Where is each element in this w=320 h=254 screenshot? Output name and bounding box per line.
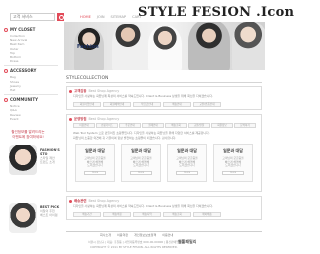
faq-card[interactable]: 일문과 대답 고객님의 궁금증을 빠르게 해결해 드리겠습니다 more	[167, 144, 207, 182]
info-button[interactable]: 회원정보	[211, 123, 233, 128]
faq-card[interactable]: 일문과 대답 고객님의 궁금증을 빠르게 해결해 드리겠습니다 more	[121, 144, 161, 182]
sidebar: MY CLOSET Collection New Arrival Best It…	[2, 27, 60, 121]
box-text: 디자인을 사랑하는 회원님께 최상의 서비스를 약속드립니다. Client &…	[73, 94, 213, 98]
info-button[interactable]: 적립금안내	[133, 102, 161, 107]
divider	[66, 82, 262, 83]
more-button[interactable]: more	[176, 170, 198, 175]
info-button[interactable]: 회원가입안내	[73, 102, 101, 107]
info-box-service: 고객감동 Best Shop Agency 디자인을 사랑하는 회원님께 최상의 …	[66, 86, 262, 110]
sidebar-category-accessory[interactable]: ACCESSORY	[2, 68, 60, 74]
info-box-delivery: 배송관련 Best Shop Agency 디자인을 사랑하는 회원님께 최상의 …	[66, 196, 262, 220]
footer-link[interactable]: 회사소개	[100, 233, 111, 237]
info-button[interactable]: 해외배송	[193, 212, 221, 217]
button-row: 이용안내 쇼핑가이드 주문안내 결제안내 배송조회 교환/환불 회원정보 문의하…	[73, 123, 256, 128]
sidebar-item[interactable]: Dress	[2, 59, 60, 63]
sidebar-category-community[interactable]: COMMUNITY	[2, 97, 60, 103]
info-button[interactable]: 주문안내	[119, 123, 141, 128]
site-logo[interactable]: STYLE FESION .Icon	[138, 5, 294, 20]
more-button[interactable]: more	[84, 170, 106, 175]
sidebar-item[interactable]: Hat	[2, 88, 60, 92]
footer-link[interactable]: 이용약관	[117, 233, 128, 237]
profile-info: FASHION'S STO 스타일 제안 트렌드 소개	[40, 148, 62, 164]
nav-sitemap[interactable]: SITEMAP	[111, 15, 127, 19]
promo-line: 이벤트에 참여하세요!	[12, 135, 44, 139]
sidebar-item[interactable]: Event	[2, 117, 60, 121]
profile-photo[interactable]	[9, 145, 37, 175]
hero-banner[interactable]: Fashion	[64, 22, 265, 70]
search-input[interactable]: 고객 서비스	[10, 13, 55, 21]
footer-logo: 웹툴패밀리	[178, 239, 197, 244]
box-text: 디자인을 사랑하는 회원님께 최상의 서비스를 약속드립니다. Client &…	[73, 204, 213, 208]
divider	[4, 94, 58, 96]
profile-note: 트렌드 소개	[40, 160, 55, 164]
profile-photo[interactable]	[9, 203, 37, 233]
top-nav: HOME JOIN SITEMAP CART	[80, 15, 142, 19]
model-photo	[232, 22, 265, 70]
profile-note: 베스트 아이템	[40, 213, 58, 217]
button-row: 회원가입안내 회원혜택안내 적립금안내 배송안내 교환/반품안내	[73, 102, 221, 107]
sidebar-category-closet[interactable]: MY CLOSET	[2, 27, 60, 33]
divider	[4, 65, 58, 67]
info-button[interactable]: 교환/환불	[188, 123, 210, 128]
model-photo	[148, 26, 182, 70]
profile-info: BEST PICK 이달의 추천 베스트 아이템	[40, 205, 62, 217]
box-heading: 운영방침 Best Shop Agency	[69, 116, 119, 121]
banner-text: Fashion	[77, 44, 99, 50]
pin-icon	[69, 117, 72, 121]
profile-tag: FASHION'S STO	[40, 148, 60, 156]
info-button[interactable]: 배송지역	[133, 212, 161, 217]
box-text: 회원님의 소중한 의견에 귀 기울이며 항상 발전하는 쇼핑몰이 되겠습니다. …	[73, 136, 177, 140]
footer-nav: 회사소개 이용약관 개인정보보호정책 이용안내	[100, 233, 173, 237]
box-text: Web Tool System 으로 만들어진 쇼핑몰입니다. 디자인을 사랑하…	[73, 131, 210, 135]
info-button[interactable]: 배송기간	[73, 212, 101, 217]
footer-copyright: COPYRIGHT © 2011 BY STYLE FESION. ALL RI…	[90, 245, 178, 249]
footer-link[interactable]: 개인정보보호정책	[134, 233, 156, 237]
faq-card[interactable]: 일문과 대답 고객님의 궁금증을 빠르게 해결해 드리겠습니다 more	[213, 144, 253, 182]
info-button[interactable]: 배송조회	[163, 212, 191, 217]
info-box-policy: 운영방침 Best Shop Agency 이용안내 쇼핑가이드 주문안내 결제안…	[66, 114, 262, 192]
box-heading: 고객감동 Best Shop Agency	[69, 88, 119, 93]
info-button[interactable]: 쇼핑가이드	[96, 123, 118, 128]
info-button[interactable]: 배송안내	[163, 102, 191, 107]
box-heading: 배송관련 Best Shop Agency	[69, 198, 119, 203]
section-title: STYLECOLLECTION	[66, 76, 109, 81]
footer-link[interactable]: 이용안내	[162, 233, 173, 237]
faq-cards: 일문과 대답 고객님의 궁금증을 빠르게 해결해 드리겠습니다 more 일문과…	[75, 144, 253, 182]
divider	[66, 231, 262, 232]
model-photo	[188, 22, 230, 70]
pin-icon	[69, 89, 72, 93]
faq-card[interactable]: 일문과 대답 고객님의 궁금증을 빠르게 해결해 드리겠습니다 more	[75, 144, 115, 182]
nav-join[interactable]: JOIN	[97, 15, 105, 19]
bullet-icon	[4, 69, 8, 74]
footer-address: 서울시 강남구 | 대표: 홍길동 | 사업자등록번호 000-00-00000…	[88, 240, 179, 244]
info-button[interactable]: 이용안내	[73, 123, 95, 128]
info-button[interactable]: 결제안내	[142, 123, 164, 128]
info-button[interactable]: 배송조회	[165, 123, 187, 128]
nav-home[interactable]: HOME	[80, 15, 91, 19]
info-button[interactable]: 문의하기	[234, 123, 256, 128]
search-icon[interactable]	[57, 13, 64, 21]
more-button[interactable]: more	[222, 170, 244, 175]
pin-icon	[69, 199, 72, 203]
bullet-icon	[4, 98, 8, 103]
bullet-icon	[4, 28, 8, 32]
more-button[interactable]: more	[130, 170, 152, 175]
info-button[interactable]: 회원혜택안내	[103, 102, 131, 107]
info-button[interactable]: 교환/반품안내	[193, 102, 221, 107]
model-photo	[112, 24, 144, 70]
sidebar-promo[interactable]: 할인정보를 알려드리는 이벤트에 참여하세요!	[3, 130, 53, 140]
button-row: 배송기간 배송비용 배송지역 배송조회 해외배송	[73, 212, 221, 217]
info-button[interactable]: 배송비용	[103, 212, 131, 217]
